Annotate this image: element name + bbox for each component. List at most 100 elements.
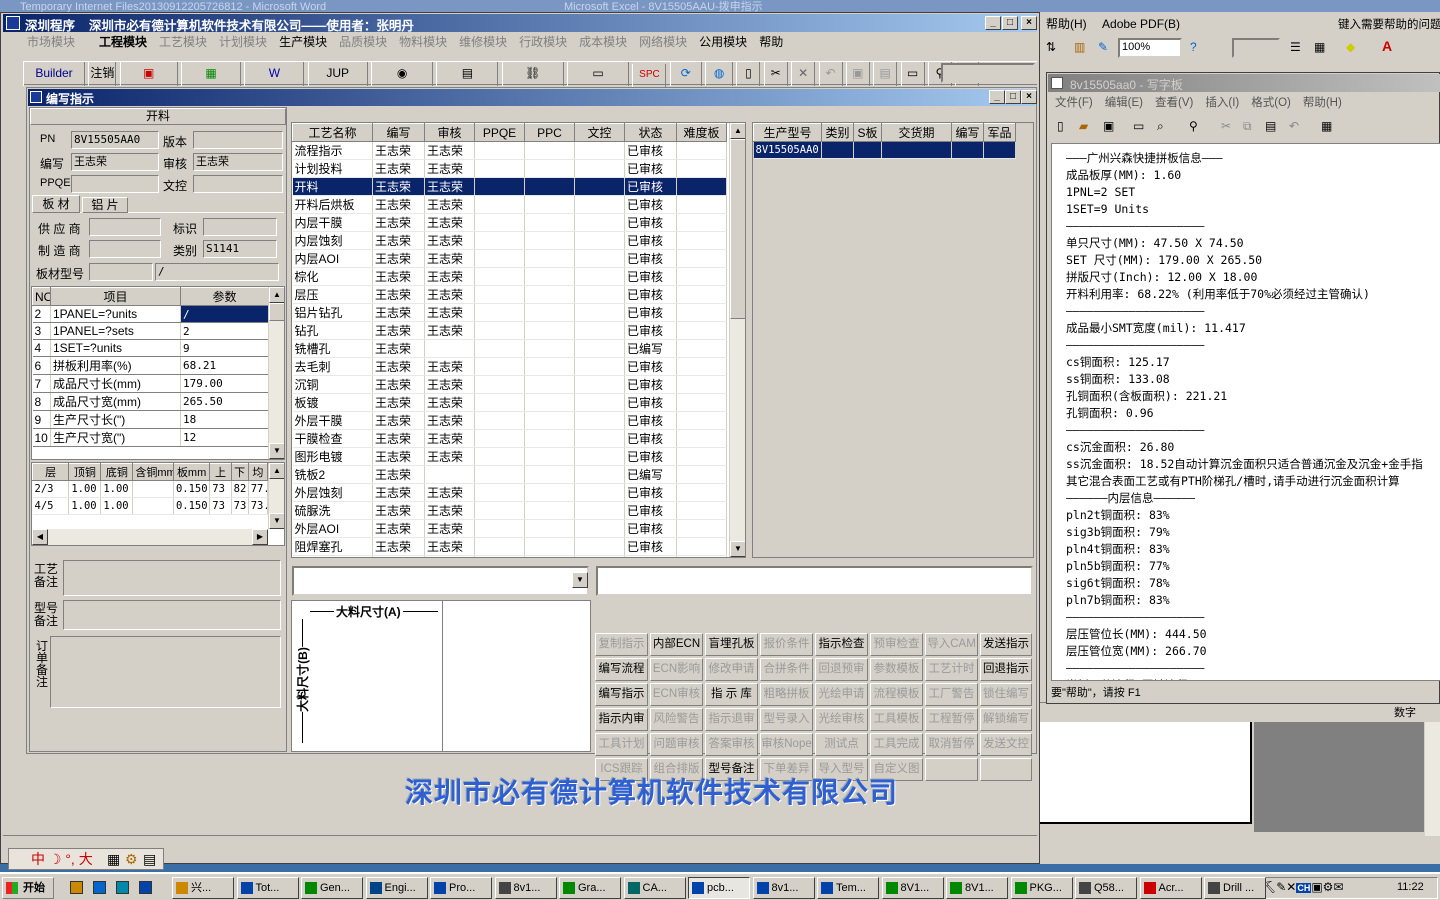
find-icon[interactable]: ⚲ (1189, 119, 1198, 133)
process-cell[interactable]: 已审核 (624, 159, 677, 178)
cut-icon[interactable]: ✂ (1221, 119, 1231, 133)
process-cell[interactable]: 王志荣 (372, 375, 425, 394)
layers-cell[interactable]: 82 (231, 480, 249, 498)
process-cell[interactable]: 已编写 (624, 465, 677, 484)
process-cell[interactable]: 王志荣 (424, 213, 475, 232)
process-col-header[interactable]: 审核 (424, 123, 475, 142)
process-cell[interactable]: 计划投料 (292, 159, 373, 178)
quick-launch-icon[interactable] (139, 881, 152, 894)
align-icon[interactable]: ☰ (1290, 40, 1301, 54)
action-button[interactable]: 盲埋孔板 (705, 633, 758, 656)
process-row[interactable]: 计划投料 王志荣 王志荣 已审核 (292, 159, 727, 178)
taskbar-item[interactable]: Tem... (817, 877, 879, 899)
ime-menu-icon[interactable]: ▤ (143, 849, 156, 869)
process-row[interactable]: 阻焊塞孔 王志荣 王志荣 已审核 (292, 537, 727, 556)
params-cell[interactable]: 68.21 (180, 356, 269, 375)
logout-button[interactable]: 注销 (88, 62, 117, 86)
process-cell[interactable] (676, 429, 727, 448)
action-button[interactable]: 报价条件 (760, 633, 813, 656)
layers-cell[interactable]: 73. (248, 497, 269, 515)
prod-cell[interactable] (821, 141, 854, 159)
process-cell[interactable]: 王志荣 (424, 501, 475, 520)
process-col-header[interactable]: PPC (524, 123, 575, 142)
action-button[interactable]: 回退预审 (815, 658, 868, 681)
process-col-header[interactable]: 难度板 (676, 123, 727, 142)
layers-cell[interactable]: 2/3 (32, 480, 70, 498)
scroll-up-arrow[interactable]: ▲ (730, 123, 745, 139)
prod-cell[interactable] (983, 141, 1016, 159)
menu-item-10[interactable]: 网络模块 (633, 32, 693, 52)
process-cell[interactable] (524, 501, 575, 520)
calculator-icon[interactable]: ▤ (436, 62, 499, 86)
process-cell[interactable]: 已审核 (624, 555, 677, 557)
process-row[interactable]: 层压 王志荣 王志荣 已审核 (292, 285, 727, 304)
params-cell[interactable]: 1PANEL=?sets (50, 322, 181, 340)
process-cell[interactable] (676, 285, 727, 304)
process-col-header[interactable]: 编写 (372, 123, 425, 142)
process-row[interactable]: 内层干膜 王志荣 王志荣 已审核 (292, 213, 727, 232)
globe-icon[interactable]: ◍ (705, 62, 734, 86)
process-cell[interactable] (676, 375, 727, 394)
params-row[interactable]: 4 1SET=?units 9 (32, 339, 269, 357)
process-cell[interactable]: 王志荣 (424, 411, 475, 430)
process-cell[interactable] (474, 267, 525, 286)
process-cell[interactable] (574, 141, 625, 160)
note3-field[interactable] (50, 636, 281, 708)
process-cell[interactable]: 已编写 (624, 339, 677, 358)
process-cell[interactable]: 已审核 (624, 519, 677, 538)
scroll-up-arrow[interactable]: ▲ (269, 287, 284, 303)
process-row[interactable]: 开料 王志荣 王志荣 已审核 (292, 177, 727, 196)
process-cell[interactable] (524, 159, 575, 178)
process-cell[interactable] (474, 177, 525, 196)
action-button[interactable]: 复制指示 (595, 633, 648, 656)
wordpad-menu-item[interactable]: 文件(F) (1049, 93, 1099, 113)
action-button[interactable]: 参数模板 (870, 658, 923, 681)
supplier-field[interactable] (89, 218, 161, 236)
process-cell[interactable]: 已审核 (624, 303, 677, 322)
layers-col-header[interactable]: 板mm (172, 463, 211, 481)
open-icon[interactable]: ▰ (1079, 119, 1088, 133)
layers-cell[interactable] (132, 480, 174, 498)
layers-cell[interactable] (132, 497, 174, 515)
action-button[interactable]: 工具模板 (870, 708, 923, 731)
process-cell[interactable]: 流程指示 (292, 141, 373, 160)
wordpad-menu-item[interactable]: 编辑(E) (1099, 93, 1149, 113)
font-color-icon[interactable]: A (1382, 38, 1392, 54)
process-cell[interactable]: 王志荣 (372, 285, 425, 304)
process-cell[interactable] (524, 303, 575, 322)
taskbar-item[interactable]: 8V1... (881, 877, 944, 899)
action-button[interactable]: 光绘申请 (815, 683, 868, 706)
params-cell[interactable]: 1SET=?units (50, 339, 181, 357)
wordpad-menu-item[interactable]: 格式(O) (1245, 93, 1297, 113)
process-cell[interactable]: 王志荣 (424, 357, 475, 376)
help-icon[interactable]: ? (1190, 40, 1197, 54)
process-row[interactable]: 外层干膜 王志荣 王志荣 已审核 (292, 411, 727, 430)
quick-launch-icon[interactable] (116, 881, 129, 894)
process-row[interactable]: 流程指示 王志荣 王志荣 已审核 (292, 141, 727, 160)
note2-field[interactable] (63, 600, 281, 630)
process-row[interactable]: 阻焊王志荣王志荣已审核 (292, 555, 727, 557)
process-cell[interactable] (474, 465, 525, 484)
layers-col-header[interactable]: 上 (209, 463, 232, 481)
process-cell[interactable] (676, 357, 727, 376)
process-cell[interactable] (524, 285, 575, 304)
params-cell[interactable]: 9 (32, 410, 51, 429)
action-button[interactable]: 指 示 库 (705, 683, 758, 706)
process-cell[interactable]: 王志荣 (424, 321, 475, 340)
process-cell[interactable] (424, 465, 475, 484)
process-cell[interactable]: 已审核 (624, 267, 677, 286)
wenkong-field[interactable] (193, 175, 283, 193)
params-cell[interactable]: 10 (32, 428, 51, 447)
process-cell[interactable] (474, 195, 525, 214)
action-button[interactable]: 审核Nope (760, 733, 813, 756)
note1-field[interactable] (63, 560, 281, 596)
process-cell[interactable]: 已审核 (624, 177, 677, 196)
params-col-header[interactable]: 项目 (50, 287, 181, 306)
params-col-header[interactable]: NO (32, 287, 51, 306)
process-cell[interactable]: 王志荣 (372, 321, 425, 340)
process-cell[interactable] (574, 393, 625, 412)
wordpad-doc[interactable]: ———广州兴森快捷拼板信息——— 成品板厚(MM): 1.60 1PNL=2 SET… (1051, 143, 1440, 681)
process-cell[interactable] (524, 231, 575, 250)
process-cell[interactable] (474, 375, 525, 394)
menu-item-1[interactable]: 工程模块 (81, 32, 153, 52)
